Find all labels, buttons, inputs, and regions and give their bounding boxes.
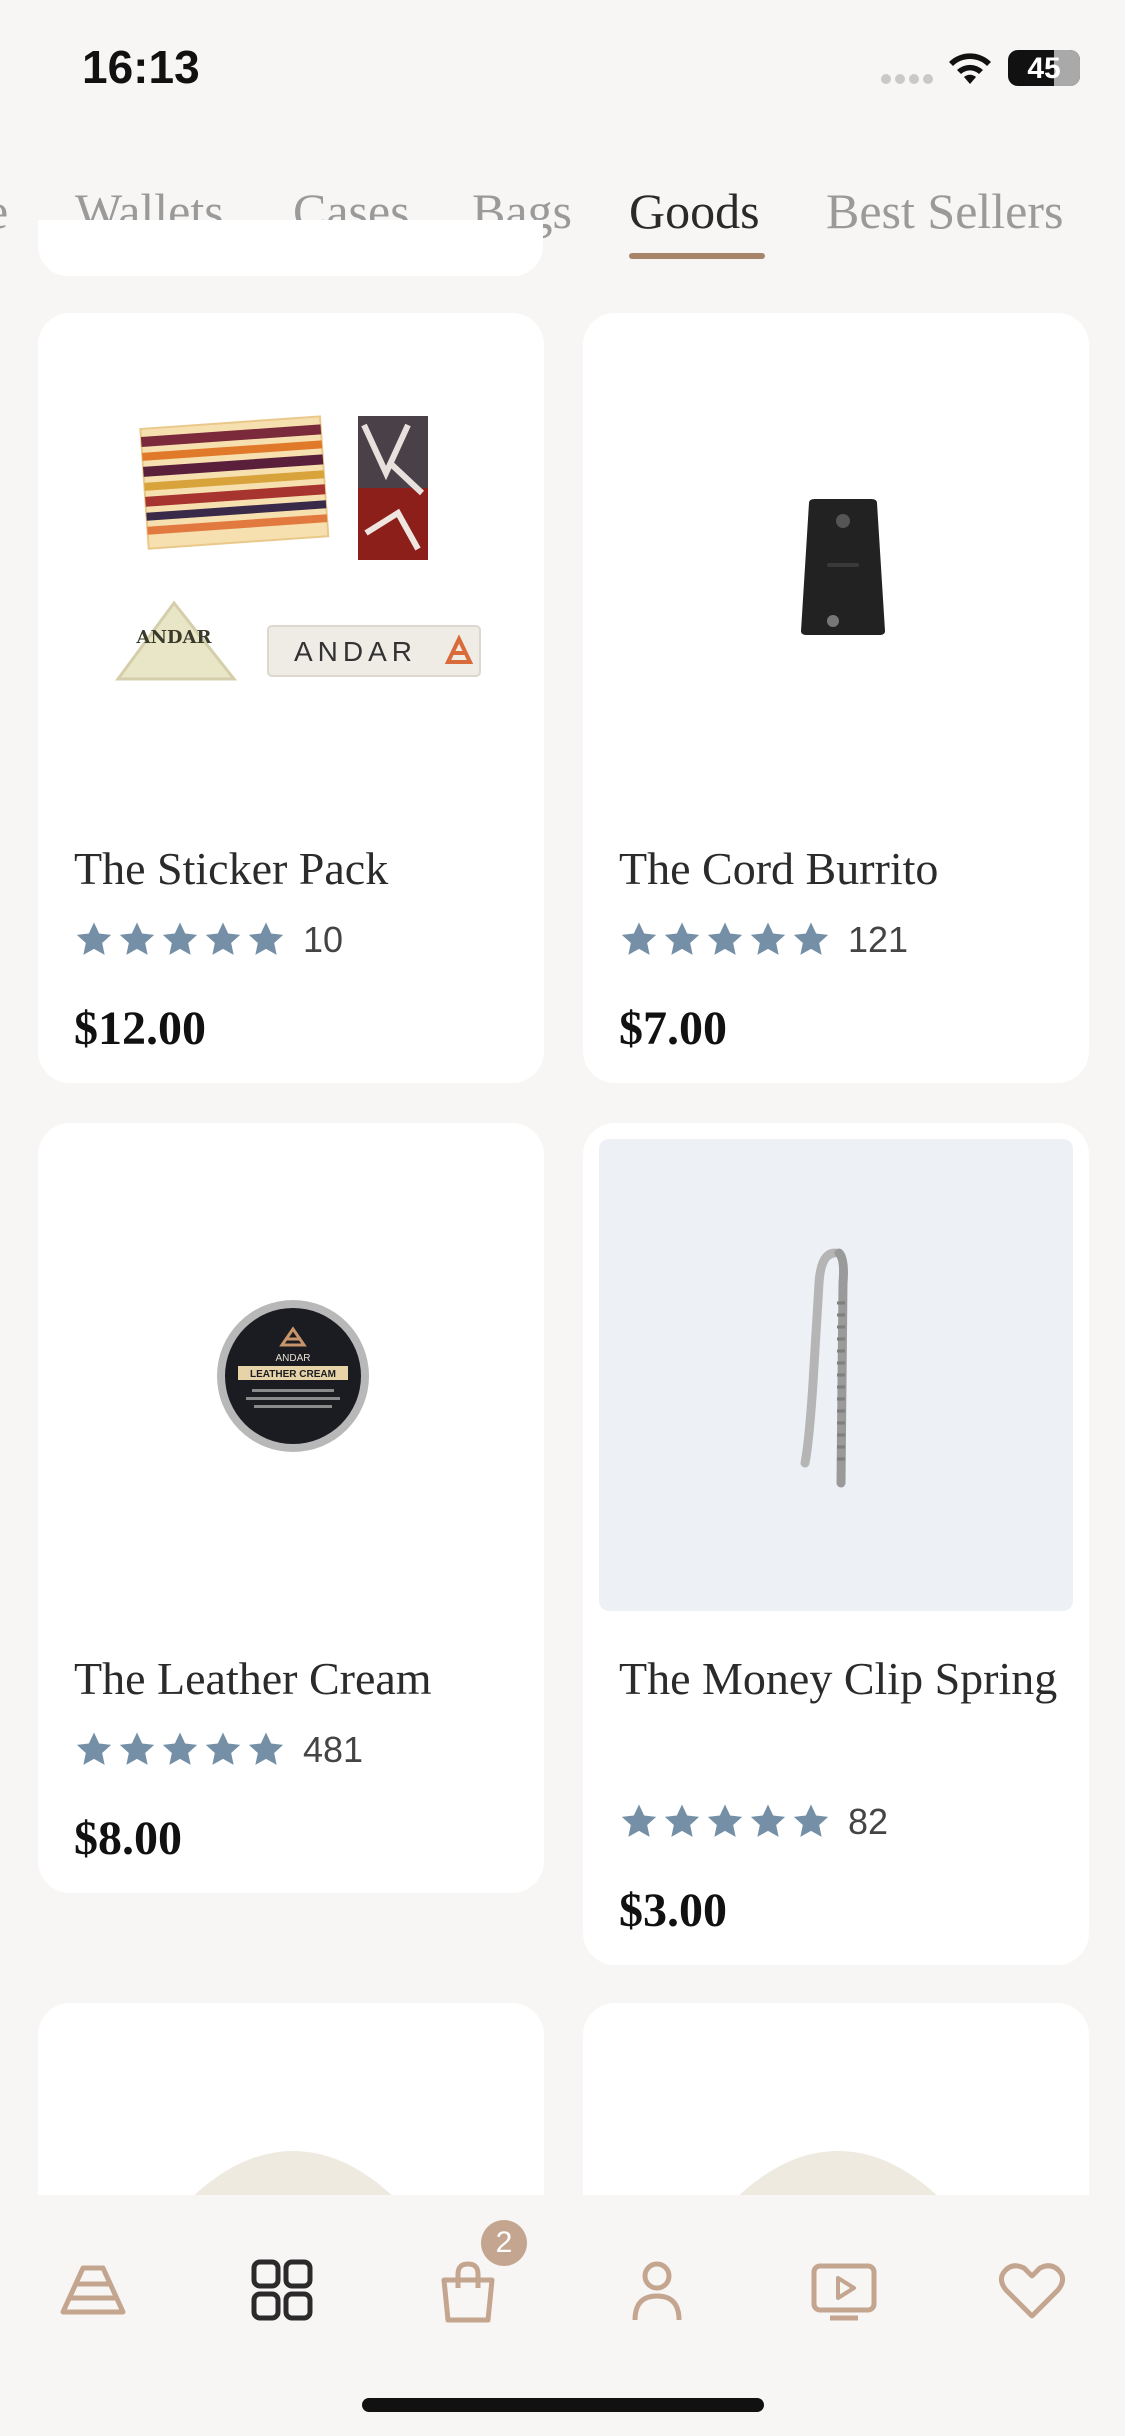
product-price: $7.00 <box>619 1002 727 1055</box>
star-icon <box>621 1804 657 1837</box>
product-name: The Leather Cream <box>74 1653 432 1704</box>
status-time: 16:13 <box>82 41 200 93</box>
video-icon[interactable] <box>804 2250 884 2330</box>
star-icon <box>248 922 284 955</box>
home-icon[interactable] <box>53 2250 133 2330</box>
home-indicator <box>362 2398 764 2412</box>
review-count: 481 <box>303 1729 364 1770</box>
product-card-leather-cream[interactable]: ANDAR LEATHER CREAM The Leather Cream 48… <box>38 1123 544 1893</box>
star-icon <box>162 922 198 955</box>
product-rating: 82 <box>619 1800 888 1844</box>
sticker-brand-text: ANDAR <box>136 627 213 648</box>
product-card-cord-burrito[interactable]: The Cord Burrito 121 $7.00 <box>583 313 1089 1083</box>
tin-label-text: LEATHER CREAM <box>250 1369 336 1380</box>
review-count: 121 <box>848 919 909 960</box>
star-icon <box>707 1804 743 1837</box>
profile-icon[interactable] <box>617 2250 697 2330</box>
product-card-sticker-pack[interactable]: ANDAR ANDAR The Sticker Pack 10 $12.00 <box>38 313 544 1083</box>
star-icon <box>664 1804 700 1837</box>
product-rating: 481 <box>74 1728 363 1772</box>
battery-level: 45 <box>1027 52 1061 85</box>
star-icon <box>750 922 786 955</box>
product-name: The Sticker Pack <box>74 843 389 894</box>
tab-goods[interactable]: Goods <box>629 182 760 240</box>
star-icon <box>162 1732 198 1765</box>
product-price: $8.00 <box>74 1812 182 1865</box>
cart-count-badge: 2 <box>481 2220 527 2266</box>
heart-icon[interactable] <box>992 2250 1072 2330</box>
product-card-money-clip-spring[interactable]: The Money Clip Spring 82 $3.00 <box>583 1123 1089 1965</box>
product-rating: 121 <box>619 918 908 962</box>
star-icon <box>621 922 657 955</box>
star-icon <box>793 922 829 955</box>
product-name: The Money Clip Spring <box>619 1653 1058 1704</box>
star-icon <box>205 922 241 955</box>
product-image-money-clip-spring <box>599 1139 1073 1611</box>
wifi-icon <box>949 53 991 84</box>
cellular-signal-icon <box>881 74 933 84</box>
product-image-leather-cream: ANDAR LEATHER CREAM <box>217 1300 369 1452</box>
star-icon <box>119 1732 155 1765</box>
review-count: 82 <box>848 1801 889 1842</box>
star-icon <box>707 922 743 955</box>
star-icon <box>76 922 112 955</box>
status-bar: 16:13 45 <box>0 0 1125 135</box>
product-price: $3.00 <box>619 1884 727 1937</box>
review-count: 10 <box>303 919 344 960</box>
product-rating: 10 <box>74 918 343 962</box>
star-icon <box>119 922 155 955</box>
star-icon <box>793 1804 829 1837</box>
tab-best-sellers[interactable]: Best Sellers <box>826 182 1063 240</box>
sticker-logo-text: ANDAR <box>294 636 417 667</box>
product-price: $12.00 <box>74 1002 206 1055</box>
star-icon <box>205 1732 241 1765</box>
previous-card-edge <box>38 220 543 276</box>
active-tab-indicator <box>629 253 765 259</box>
product-image-cord-burrito <box>801 499 885 635</box>
star-icon <box>248 1732 284 1765</box>
star-icon <box>664 922 700 955</box>
star-icon <box>76 1732 112 1765</box>
product-name: The Cord Burrito <box>619 843 939 894</box>
grid-icon[interactable] <box>242 2250 322 2330</box>
tin-brand-text: ANDAR <box>275 1353 310 1364</box>
tab-partial[interactable]: e <box>0 182 8 240</box>
star-icon <box>750 1804 786 1837</box>
product-image-sticker-pack: ANDAR ANDAR <box>115 415 481 681</box>
battery-icon: 45 <box>1008 50 1080 86</box>
